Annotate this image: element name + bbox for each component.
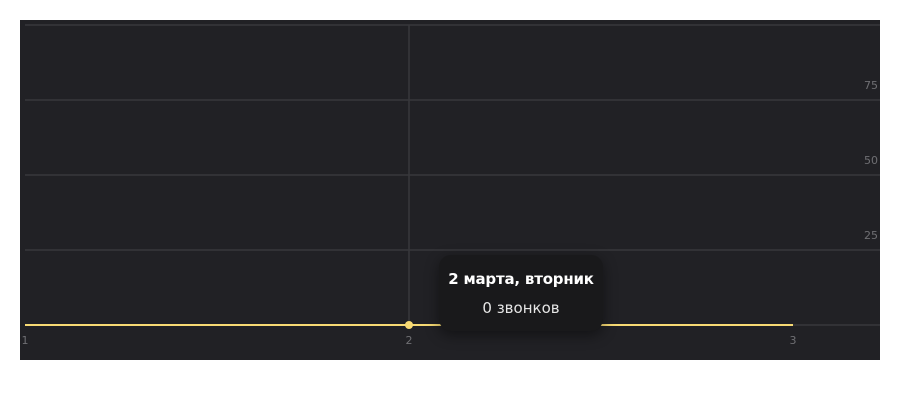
x-tick-label: 2 bbox=[406, 334, 413, 347]
x-tick-label: 1 bbox=[22, 334, 29, 347]
x-tick-label: 3 bbox=[790, 334, 797, 347]
y-tick-label: 25 bbox=[864, 229, 878, 242]
data-point-highlight bbox=[405, 321, 413, 329]
chart-panel: 255075100123 2 марта, вторник 0 звонков bbox=[20, 20, 880, 360]
tooltip-value: 0 звонков bbox=[482, 299, 560, 317]
y-tick-label: 75 bbox=[864, 79, 878, 92]
y-tick-label: 50 bbox=[864, 154, 878, 167]
tooltip-title: 2 марта, вторник bbox=[448, 270, 594, 288]
chart-tooltip: 2 марта, вторник 0 звонков bbox=[439, 255, 603, 331]
